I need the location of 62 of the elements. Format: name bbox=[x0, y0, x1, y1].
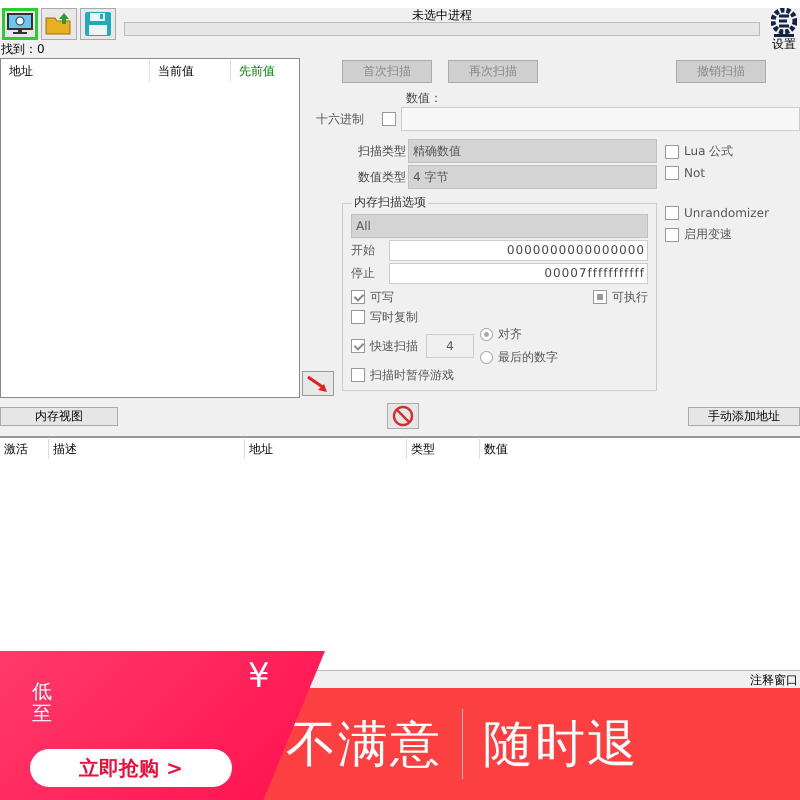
pause-checkbox[interactable] bbox=[351, 368, 365, 382]
promo-slogan: 不满意 bbox=[286, 714, 442, 774]
start-address-field[interactable]: 0000000000000000 bbox=[389, 240, 648, 261]
copy-on-write-label: 写时复制 bbox=[370, 308, 418, 326]
monitor-search-icon[interactable] bbox=[2, 8, 38, 40]
hex-label: 十六进制 bbox=[316, 110, 365, 128]
writable-checkbox[interactable] bbox=[351, 290, 365, 304]
executable-label: 可执行 bbox=[612, 288, 648, 306]
option-checkbox[interactable] bbox=[665, 166, 679, 180]
start-label: 开始 bbox=[351, 242, 376, 259]
scan-type-label: 扫描类型 bbox=[357, 142, 407, 160]
column-header[interactable]: 地址 bbox=[245, 439, 407, 459]
memory-view-button[interactable]: 内存视图 bbox=[0, 406, 118, 426]
column-header[interactable]: 地址 bbox=[1, 60, 150, 82]
value-label: 数值： bbox=[406, 91, 443, 105]
promo-label: 低至 bbox=[32, 680, 52, 724]
add-address-button[interactable]: 手动添加地址 bbox=[688, 406, 800, 426]
value-input-field[interactable] bbox=[401, 107, 800, 131]
scan-type-dropdown[interactable]: 精确数值 bbox=[408, 139, 657, 163]
copy-on-write-checkbox[interactable] bbox=[351, 310, 365, 324]
executable-checkbox[interactable] bbox=[593, 290, 607, 304]
writable-label: 可写 bbox=[370, 288, 394, 306]
value-type-dropdown[interactable]: 4 字节 bbox=[408, 165, 657, 189]
pause-label: 扫描时暂停游戏 bbox=[370, 366, 454, 384]
hex-checkbox[interactable] bbox=[382, 112, 396, 126]
stop-label: 停止 bbox=[351, 265, 376, 282]
buy-button[interactable]: 立即抢购 > bbox=[30, 749, 232, 787]
column-header[interactable]: 先前值 bbox=[231, 60, 299, 82]
arrow-button[interactable] bbox=[302, 371, 334, 396]
folder-icon[interactable] bbox=[41, 8, 77, 40]
no-entry-icon[interactable] bbox=[387, 403, 419, 429]
column-header[interactable]: 当前值 bbox=[150, 60, 231, 82]
option-label: Lua 公式 bbox=[684, 143, 734, 160]
fast-scan-checkbox[interactable] bbox=[351, 339, 365, 353]
status-text: 注释窗口 bbox=[750, 672, 799, 689]
found-count: 找到：0 bbox=[1, 41, 45, 58]
stop-address-field[interactable]: 00007fffffffffff bbox=[389, 263, 648, 284]
option-label: Unrandomizer bbox=[684, 206, 769, 220]
option-checkbox[interactable] bbox=[665, 228, 679, 242]
option-label: 启用变速 bbox=[684, 226, 732, 243]
radio-label: 最后的数字 bbox=[498, 349, 558, 366]
column-header[interactable]: 数值 bbox=[480, 439, 508, 459]
column-header[interactable]: 激活 bbox=[0, 439, 49, 459]
option-checkbox[interactable] bbox=[665, 144, 679, 158]
column-header[interactable]: 描述 bbox=[49, 439, 245, 459]
radio-button[interactable] bbox=[480, 328, 493, 341]
radio-button[interactable] bbox=[480, 351, 493, 364]
alignment-field[interactable]: 4 bbox=[426, 334, 474, 358]
option-label: Not bbox=[684, 166, 706, 180]
currency-sign: ¥ bbox=[248, 656, 270, 696]
process-title: 未选中进程 bbox=[412, 8, 472, 22]
results-list[interactable]: 地址 当前值 先前值 bbox=[0, 58, 300, 398]
radio-label: 对齐 bbox=[498, 326, 522, 343]
promo-slogan: 随时退 bbox=[483, 714, 639, 774]
value-type-label: 数值类型 bbox=[357, 168, 407, 186]
group-title: 内存扫描选项 bbox=[352, 195, 428, 209]
option-checkbox[interactable] bbox=[665, 206, 679, 220]
column-header[interactable]: 类型 bbox=[407, 439, 480, 459]
fast-scan-label: 快速扫描 bbox=[370, 338, 418, 354]
settings-label[interactable]: 设置 bbox=[772, 38, 796, 51]
gear-logo-icon[interactable] bbox=[771, 8, 797, 38]
region-dropdown[interactable]: All bbox=[351, 214, 648, 238]
